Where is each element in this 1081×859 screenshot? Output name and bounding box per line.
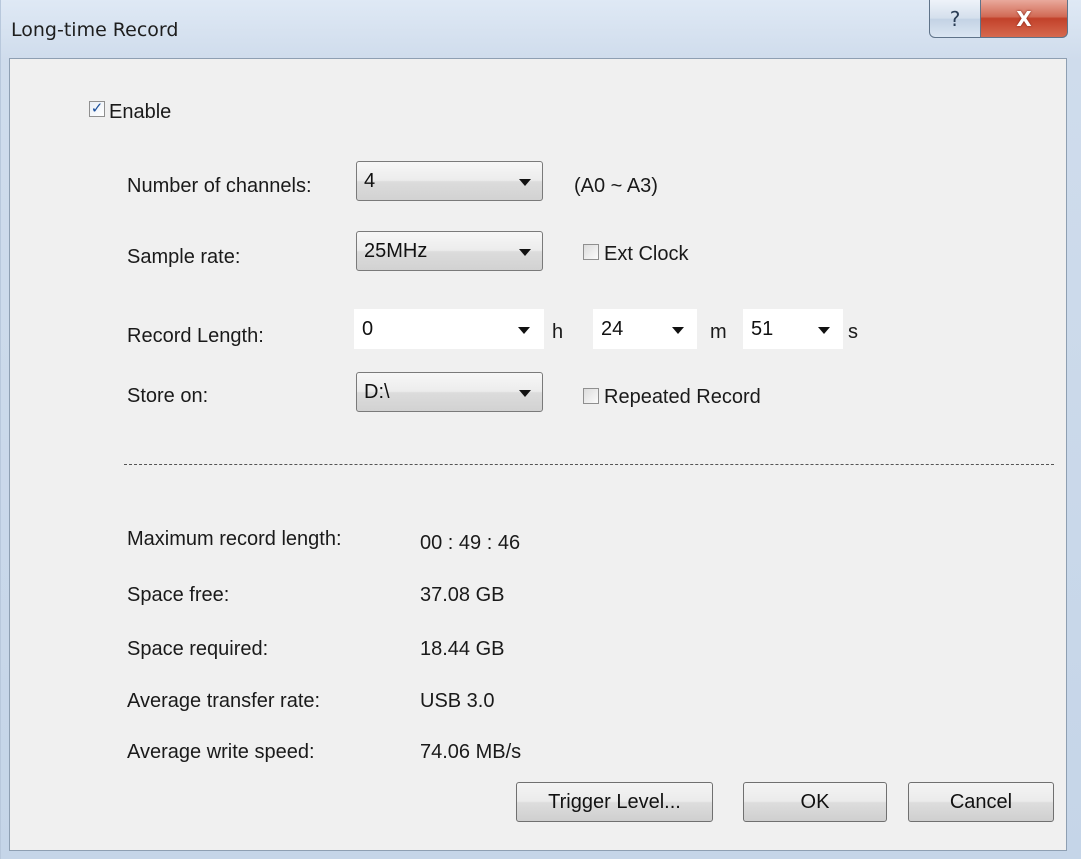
transfer-rate-label: Average transfer rate: bbox=[127, 690, 321, 712]
chevron-down-icon bbox=[519, 249, 531, 256]
record-hours-select[interactable]: 0 bbox=[354, 309, 544, 349]
window-title: Long-time Record bbox=[11, 19, 179, 41]
store-on-select[interactable]: D:\ bbox=[356, 372, 543, 412]
seconds-unit: s bbox=[848, 321, 858, 343]
channels-select[interactable]: 4 bbox=[356, 161, 543, 201]
record-minutes-select[interactable]: 24 bbox=[593, 309, 697, 349]
ok-button[interactable]: OK bbox=[743, 782, 887, 822]
ext-clock-label: Ext Clock bbox=[604, 243, 689, 265]
chevron-down-icon bbox=[672, 327, 684, 334]
channels-value: 4 bbox=[364, 170, 376, 192]
help-button[interactable]: ? bbox=[929, 0, 981, 38]
record-seconds-value: 51 bbox=[751, 318, 774, 340]
close-button[interactable]: X bbox=[980, 0, 1068, 38]
write-speed-label: Average write speed: bbox=[127, 741, 315, 763]
close-icon: X bbox=[1016, 6, 1032, 31]
checkmark-icon: ✓ bbox=[90, 100, 104, 117]
section-divider bbox=[124, 464, 1054, 465]
max-length-label: Maximum record length: bbox=[127, 528, 342, 550]
record-seconds-select[interactable]: 51 bbox=[743, 309, 843, 349]
ext-clock-checkbox[interactable] bbox=[583, 244, 599, 260]
trigger-level-button[interactable]: Trigger Level... bbox=[516, 782, 713, 822]
sample-rate-label: Sample rate: bbox=[127, 246, 241, 268]
sample-rate-value: 25MHz bbox=[364, 240, 428, 262]
chevron-down-icon bbox=[518, 327, 530, 334]
repeated-record-label: Repeated Record bbox=[604, 386, 761, 408]
space-free-label: Space free: bbox=[127, 584, 230, 606]
channels-label: Number of channels: bbox=[127, 175, 312, 197]
chevron-down-icon bbox=[818, 327, 830, 334]
record-length-label: Record Length: bbox=[127, 325, 264, 347]
enable-checkbox[interactable]: ✓ bbox=[89, 101, 105, 117]
hours-unit: h bbox=[552, 321, 564, 343]
repeated-record-checkbox[interactable] bbox=[583, 388, 599, 404]
title-bar[interactable]: Long-time Record ? X bbox=[1, 0, 1081, 58]
channels-range-note: (A0 ~ A3) bbox=[574, 175, 658, 197]
dialog-window: Long-time Record ? X ✓ Enable Number of … bbox=[0, 0, 1081, 859]
transfer-rate-value: USB 3.0 bbox=[420, 690, 495, 712]
record-hours-value: 0 bbox=[362, 318, 374, 340]
minutes-unit: m bbox=[710, 321, 727, 343]
space-required-value: 18.44 GB bbox=[420, 638, 505, 660]
space-required-label: Space required: bbox=[127, 638, 269, 660]
dialog-body: ✓ Enable Number of channels: 4 (A0 ~ A3)… bbox=[9, 58, 1067, 851]
sample-rate-select[interactable]: 25MHz bbox=[356, 231, 543, 271]
enable-label: Enable bbox=[109, 101, 172, 123]
help-icon: ? bbox=[949, 6, 961, 31]
store-on-label: Store on: bbox=[127, 385, 209, 407]
chevron-down-icon bbox=[519, 179, 531, 186]
record-minutes-value: 24 bbox=[601, 318, 624, 340]
store-on-value: D:\ bbox=[364, 381, 390, 403]
write-speed-value: 74.06 MB/s bbox=[420, 741, 522, 763]
cancel-button[interactable]: Cancel bbox=[908, 782, 1054, 822]
chevron-down-icon bbox=[519, 390, 531, 397]
max-length-value: 00 : 49 : 46 bbox=[420, 532, 521, 554]
space-free-value: 37.08 GB bbox=[420, 584, 505, 606]
